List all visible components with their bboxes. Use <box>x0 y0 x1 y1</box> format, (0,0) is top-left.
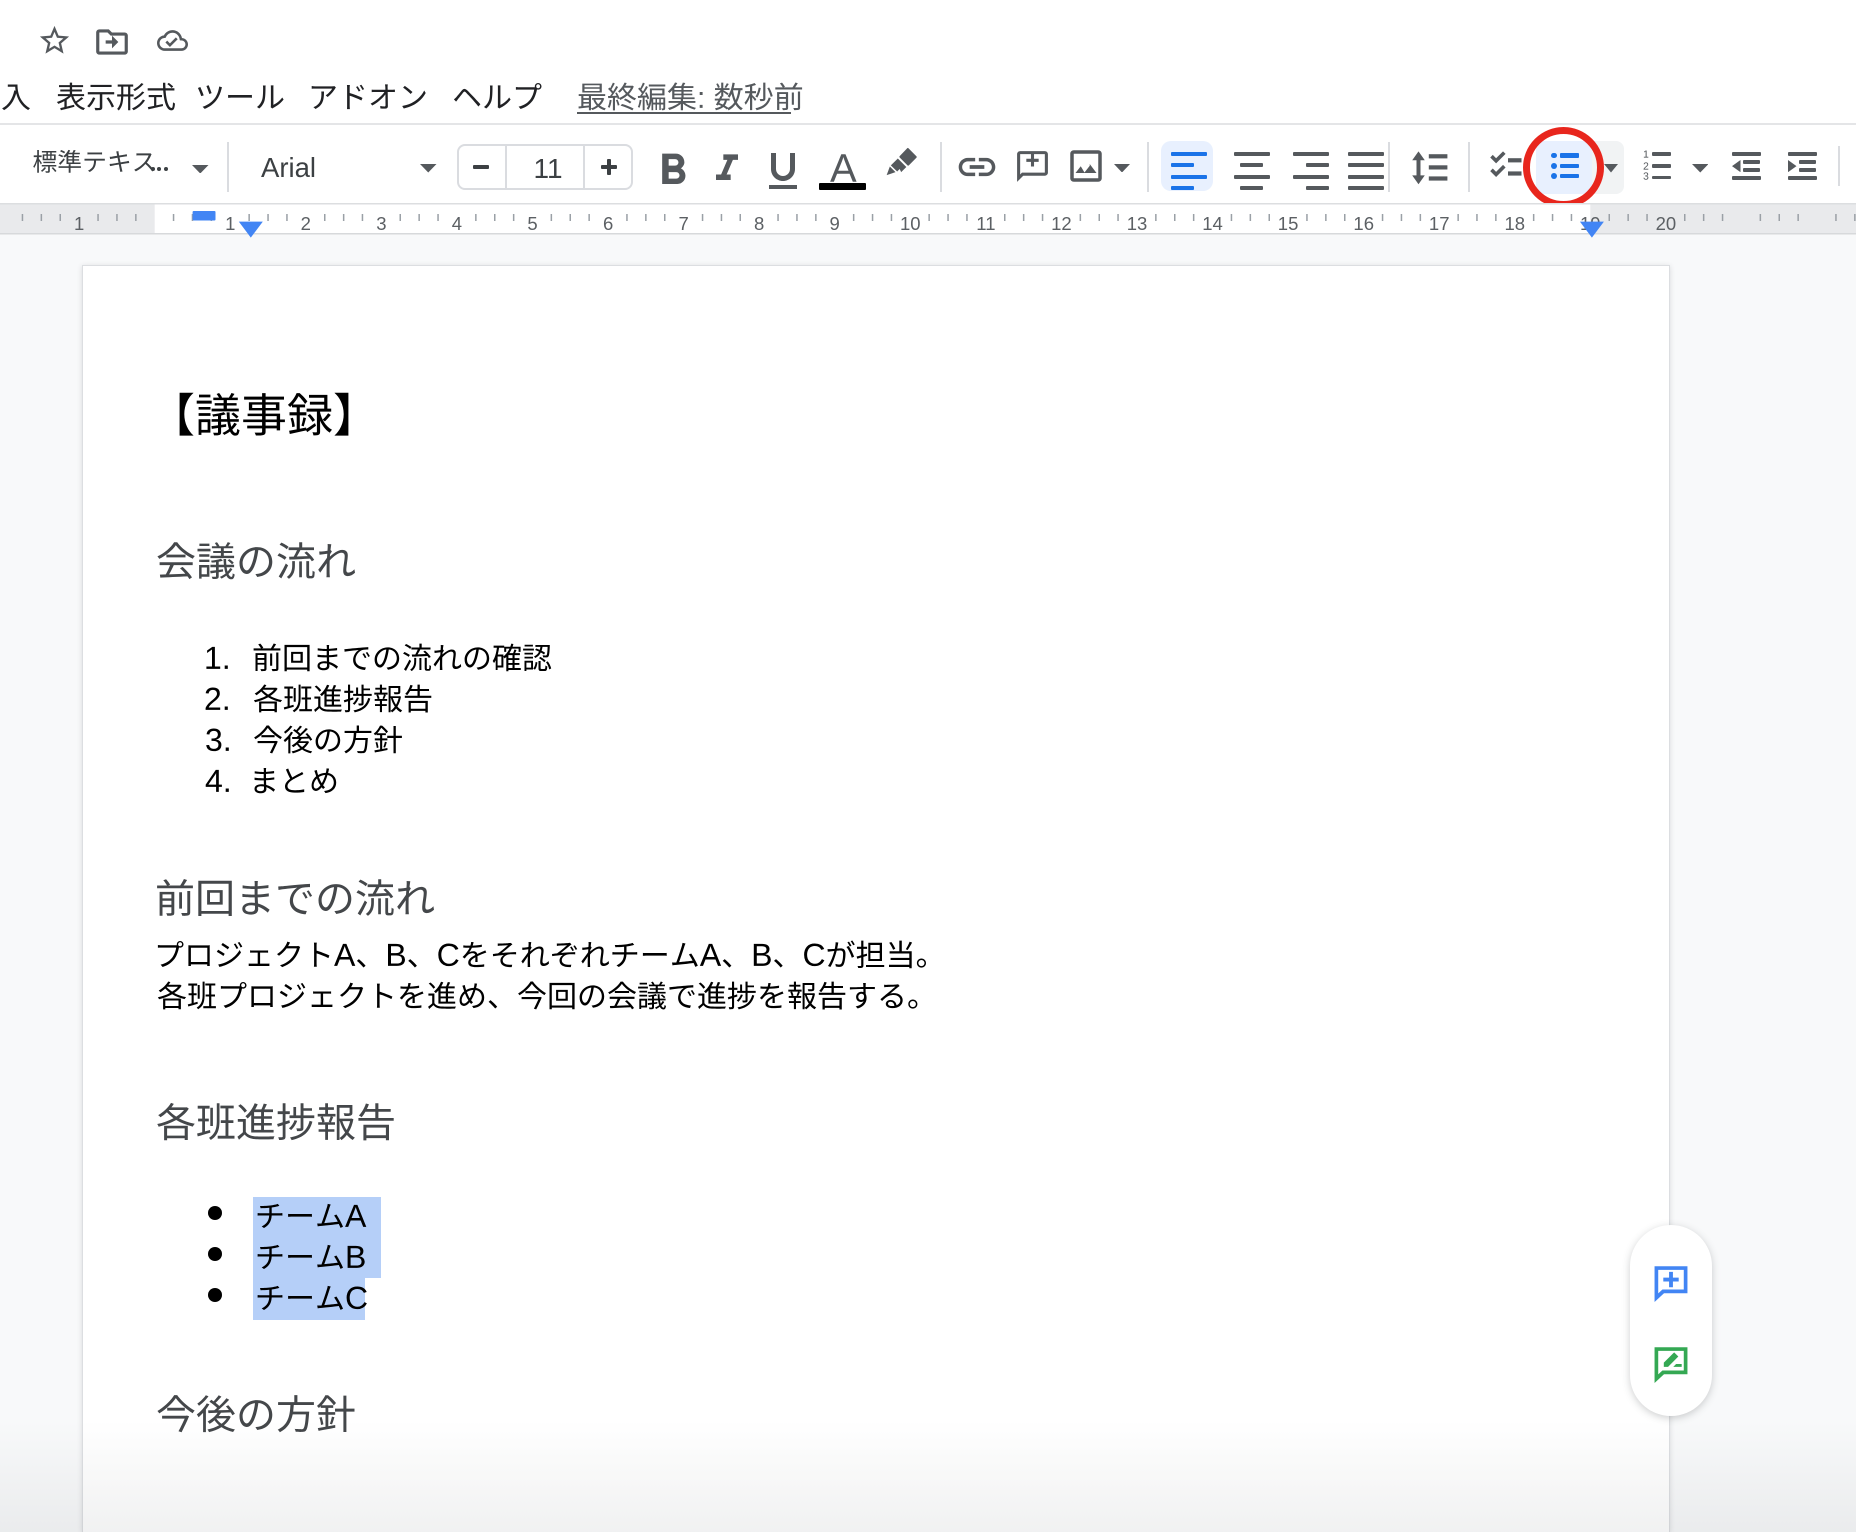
svg-text:11: 11 <box>976 213 995 234</box>
svg-text:4: 4 <box>452 213 462 234</box>
svg-text:14: 14 <box>1202 213 1223 234</box>
svg-text:17: 17 <box>1429 213 1450 234</box>
svg-text:3: 3 <box>376 213 386 234</box>
svg-text:13: 13 <box>1127 213 1148 234</box>
svg-text:18: 18 <box>1505 213 1526 234</box>
svg-text:9: 9 <box>830 213 840 234</box>
svg-text:1: 1 <box>225 213 235 234</box>
svg-text:16: 16 <box>1353 213 1374 234</box>
svg-text:12: 12 <box>1051 213 1072 234</box>
svg-text:8: 8 <box>754 213 764 234</box>
svg-text:6: 6 <box>603 213 613 234</box>
svg-text:2: 2 <box>301 213 311 234</box>
svg-text:10: 10 <box>900 213 921 234</box>
svg-text:15: 15 <box>1278 213 1299 234</box>
svg-text:7: 7 <box>678 213 688 234</box>
svg-text:1: 1 <box>74 213 84 234</box>
svg-text:20: 20 <box>1656 213 1677 234</box>
svg-text:5: 5 <box>527 213 537 234</box>
